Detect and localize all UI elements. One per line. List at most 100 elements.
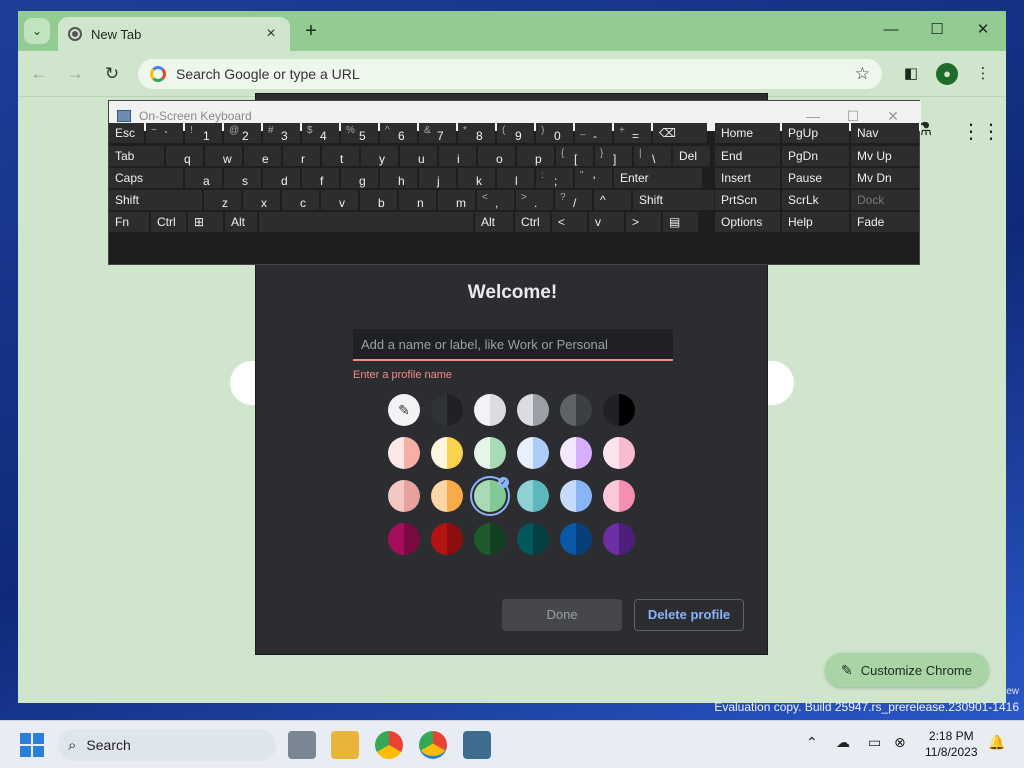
color-swatch[interactable] bbox=[560, 523, 592, 555]
new-tab-button[interactable]: + bbox=[300, 21, 322, 43]
key[interactable]: Alt bbox=[225, 212, 257, 232]
star-icon[interactable]: ☆ bbox=[855, 64, 870, 84]
key[interactable]: & 7 bbox=[419, 123, 456, 143]
key[interactable]: Caps bbox=[109, 168, 183, 188]
chrome-icon[interactable] bbox=[375, 731, 403, 759]
key[interactable]: e bbox=[244, 146, 281, 166]
key[interactable]: Enter bbox=[614, 168, 702, 188]
key[interactable]: :; bbox=[536, 168, 573, 188]
minimize-icon[interactable]: — bbox=[793, 108, 833, 124]
key[interactable]: " ' bbox=[575, 168, 612, 188]
key[interactable]: Ctrl bbox=[515, 212, 550, 232]
key[interactable]: Del bbox=[673, 146, 710, 166]
volume-muted-icon[interactable]: ⊗ bbox=[894, 734, 906, 751]
key[interactable]: c bbox=[282, 190, 319, 210]
close-window-icon[interactable]: ✕ bbox=[972, 19, 994, 41]
color-swatch[interactable] bbox=[474, 437, 506, 469]
key[interactable]: Alt bbox=[475, 212, 513, 232]
color-swatch[interactable] bbox=[517, 480, 549, 512]
key[interactable]: > bbox=[626, 212, 661, 232]
customize-chrome-button[interactable]: ✎ Customize Chrome bbox=[825, 653, 989, 687]
key[interactable]: s bbox=[224, 168, 261, 188]
key[interactable]: ^ 6 bbox=[380, 123, 417, 143]
key[interactable]: ▤ bbox=[663, 212, 698, 232]
taskbar-search[interactable]: ⌕ Search bbox=[58, 729, 276, 761]
google-apps-icon[interactable]: ⋮⋮⋮ bbox=[961, 119, 1006, 144]
key[interactable]: z bbox=[204, 190, 241, 210]
color-swatch[interactable] bbox=[603, 523, 635, 555]
chrome-profile-icon[interactable] bbox=[419, 731, 447, 759]
key[interactable]: #3 bbox=[263, 123, 300, 143]
key[interactable]: j bbox=[419, 168, 456, 188]
minimize-icon[interactable]: — bbox=[880, 19, 902, 41]
key[interactable]: f bbox=[302, 168, 339, 188]
nav-key[interactable]: PgDn bbox=[782, 146, 849, 166]
chevron-up-icon[interactable]: ⌃ bbox=[806, 734, 818, 751]
nav-key[interactable]: Dock bbox=[851, 190, 919, 210]
key[interactable]: % 5 bbox=[341, 123, 378, 143]
nav-key[interactable]: Mv Up bbox=[851, 146, 919, 166]
done-button[interactable]: Done bbox=[502, 599, 622, 631]
nav-key[interactable]: Pause bbox=[782, 168, 849, 188]
key[interactable]: ^ bbox=[594, 190, 631, 210]
color-swatch[interactable] bbox=[431, 523, 463, 555]
menu-dots-icon[interactable]: ⋮ bbox=[972, 63, 994, 85]
color-swatch[interactable] bbox=[431, 394, 463, 426]
color-swatch[interactable] bbox=[474, 394, 506, 426]
key[interactable]: Tab bbox=[109, 146, 164, 166]
key[interactable]: p bbox=[517, 146, 554, 166]
key[interactable]: i bbox=[439, 146, 476, 166]
color-swatch[interactable] bbox=[431, 437, 463, 469]
key[interactable]: * 8 bbox=[458, 123, 495, 143]
key[interactable]: q bbox=[166, 146, 203, 166]
key[interactable]: v bbox=[321, 190, 358, 210]
eyedropper-icon[interactable]: ✎ bbox=[388, 394, 420, 426]
key[interactable]: h bbox=[380, 168, 417, 188]
key[interactable]: l bbox=[497, 168, 534, 188]
key[interactable]: _ - bbox=[575, 123, 612, 143]
color-swatch[interactable] bbox=[603, 394, 635, 426]
key[interactable]: y bbox=[361, 146, 398, 166]
nav-key[interactable]: Help bbox=[782, 212, 849, 232]
back-arrow-icon[interactable]: ← bbox=[28, 63, 50, 85]
key[interactable]: >. bbox=[516, 190, 553, 210]
color-swatch[interactable] bbox=[560, 394, 592, 426]
key[interactable]: Fn bbox=[109, 212, 149, 232]
nav-key[interactable]: ScrLk bbox=[782, 190, 849, 210]
nav-key[interactable]: Options bbox=[715, 212, 780, 232]
key[interactable]: Shift bbox=[109, 190, 202, 210]
key[interactable]: $4 bbox=[302, 123, 339, 143]
key[interactable]: }] bbox=[595, 146, 632, 166]
key[interactable]: v bbox=[589, 212, 624, 232]
nav-key[interactable]: PrtScn bbox=[715, 190, 780, 210]
profile-avatar-icon[interactable]: ● bbox=[936, 63, 958, 85]
nav-key[interactable]: Home bbox=[715, 123, 780, 143]
key[interactable]: Shift bbox=[633, 190, 714, 210]
color-swatch[interactable] bbox=[388, 523, 420, 555]
key[interactable]: | \ bbox=[634, 146, 671, 166]
key[interactable]: ~ ` bbox=[146, 123, 183, 143]
color-swatch[interactable] bbox=[560, 480, 592, 512]
key[interactable]: < bbox=[552, 212, 587, 232]
task-view-icon[interactable] bbox=[288, 731, 316, 759]
reload-icon[interactable]: ↻ bbox=[101, 63, 123, 85]
forward-arrow-icon[interactable]: → bbox=[64, 63, 86, 85]
color-swatch[interactable] bbox=[603, 480, 635, 512]
key[interactable]: ⊞ bbox=[188, 212, 223, 232]
key[interactable]: b bbox=[360, 190, 397, 210]
color-swatch[interactable] bbox=[517, 523, 549, 555]
nav-key[interactable]: Nav bbox=[851, 123, 919, 143]
key[interactable]: @2 bbox=[224, 123, 261, 143]
key[interactable]: m bbox=[438, 190, 475, 210]
display-icon[interactable]: ▭ bbox=[868, 734, 881, 751]
maximize-icon[interactable]: ☐ bbox=[926, 19, 948, 41]
key[interactable]: t bbox=[322, 146, 359, 166]
key[interactable]: w bbox=[205, 146, 242, 166]
network-off-icon[interactable]: ☁ bbox=[836, 734, 850, 751]
key[interactable]: d bbox=[263, 168, 300, 188]
key[interactable]: g bbox=[341, 168, 378, 188]
nav-key[interactable]: Insert bbox=[715, 168, 780, 188]
color-swatch[interactable] bbox=[517, 437, 549, 469]
nav-key[interactable]: Fade bbox=[851, 212, 919, 232]
key[interactable]: ? / bbox=[555, 190, 592, 210]
